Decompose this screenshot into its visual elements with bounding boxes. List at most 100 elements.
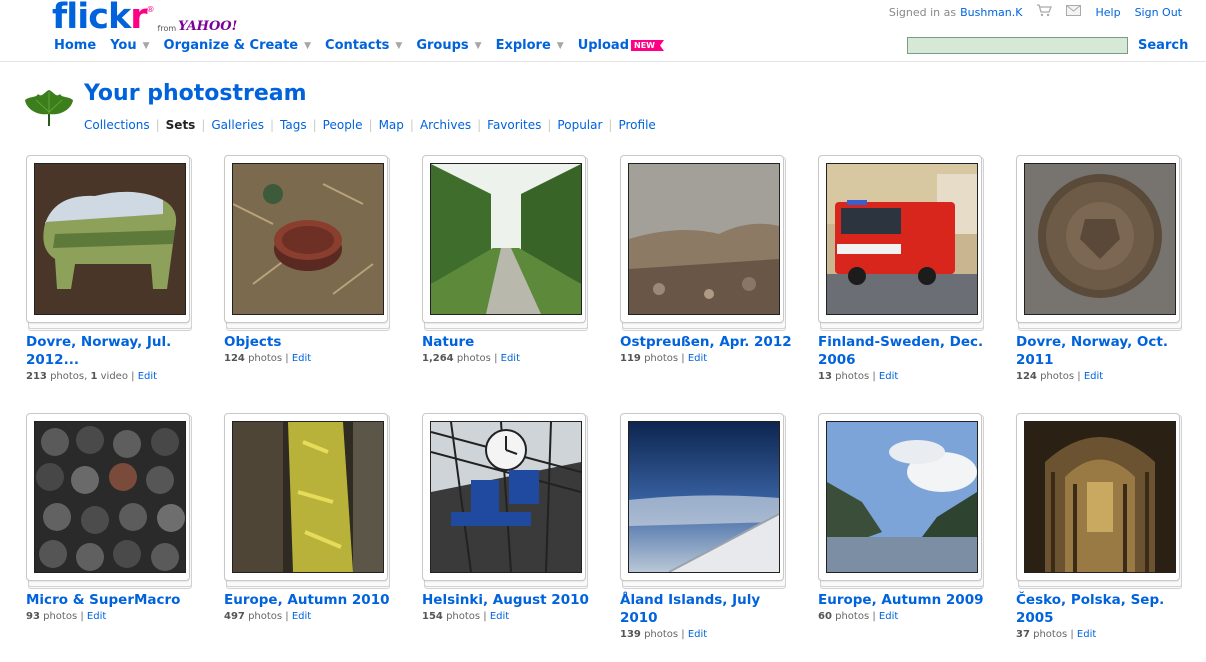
edit-link[interactable]: Edit [879, 371, 898, 382]
set-title-link[interactable]: Europe, Autumn 2010 [224, 591, 396, 609]
set-meta: 154 photos | Edit [422, 611, 510, 622]
set-title-link[interactable]: Ostpreußen, Apr. 2012 [620, 333, 792, 351]
set-thumbnail[interactable] [26, 155, 192, 331]
set-item: Dovre, Norway, Jul. 2012... 213 photos, … [26, 155, 206, 382]
chevron-down-icon[interactable]: ▼ [395, 41, 402, 51]
set-title-link[interactable]: Dovre, Norway, Jul. 2012... [26, 333, 198, 369]
set-thumbnail[interactable] [422, 155, 588, 331]
separator: | [409, 118, 414, 132]
set-item: Dovre, Norway, Oct. 2011 124 photos | Ed… [1016, 155, 1196, 382]
set-title-link[interactable]: Helsinki, August 2010 [422, 591, 594, 609]
nav-explore[interactable]: Explore ▼ [496, 38, 564, 53]
subnav-map[interactable]: Map [379, 118, 404, 132]
set-thumbnail[interactable] [224, 413, 390, 589]
edit-link[interactable]: Edit [292, 353, 311, 364]
set-title-link[interactable]: Dovre, Norway, Oct. 2011 [1016, 333, 1188, 369]
set-thumbnail[interactable] [1016, 413, 1182, 589]
subnav-profile[interactable]: Profile [618, 118, 655, 132]
search-input[interactable] [907, 37, 1128, 54]
set-meta: 93 photos | Edit [26, 611, 107, 622]
subnav-favorites[interactable]: Favorites [487, 118, 541, 132]
nav-you[interactable]: You ▼ [110, 38, 149, 53]
set-thumbnail[interactable] [26, 413, 192, 589]
set-thumbnail[interactable] [224, 155, 390, 331]
separator: | [201, 118, 206, 132]
set-title-link[interactable]: Objects [224, 333, 396, 351]
set-title-link[interactable]: Nature [422, 333, 594, 351]
set-title-link[interactable]: Åland Islands, July 2010 [620, 591, 792, 627]
chevron-down-icon[interactable]: ▼ [475, 41, 482, 51]
edit-link[interactable]: Edit [292, 611, 311, 622]
edit-link[interactable]: Edit [879, 611, 898, 622]
logo-text-r: r [130, 0, 147, 37]
chevron-down-icon[interactable]: ▼ [557, 41, 564, 51]
chevron-down-icon[interactable]: ▼ [143, 41, 150, 51]
cart-icon[interactable] [1036, 4, 1053, 20]
edit-link[interactable]: Edit [688, 353, 707, 364]
separator: | [477, 118, 482, 132]
edit-link[interactable]: Edit [501, 353, 520, 364]
subnav-galleries[interactable]: Galleries [211, 118, 264, 132]
separator: | [312, 118, 317, 132]
subnav-popular[interactable]: Popular [557, 118, 602, 132]
set-item: Ostpreußen, Apr. 2012 119 photos | Edit [620, 155, 800, 364]
new-badge: NEW [631, 40, 664, 51]
help-link[interactable]: Help [1095, 6, 1120, 19]
nav-explore-label: Explore [495, 38, 551, 53]
edit-link[interactable]: Edit [87, 611, 106, 622]
set-thumbnail[interactable] [620, 155, 786, 331]
nav-organize[interactable]: Organize & Create ▼ [164, 38, 312, 53]
set-title-link[interactable]: Finland-Sweden, Dec. 2006 [818, 333, 990, 369]
set-meta: 119 photos | Edit [620, 353, 708, 364]
set-meta: 124 photos | Edit [224, 353, 312, 364]
flickr-logo[interactable]: flick r ® from YAHOO! [52, 0, 237, 36]
set-item: Helsinki, August 2010 154 photos | Edit [422, 413, 602, 622]
chevron-down-icon[interactable]: ▼ [304, 41, 311, 51]
set-item: Finland-Sweden, Dec. 2006 13 photos | Ed… [818, 155, 998, 382]
set-thumbnail[interactable] [818, 155, 984, 331]
edit-link[interactable]: Edit [138, 371, 157, 382]
set-item: Europe, Autumn 2010 497 photos | Edit [224, 413, 404, 622]
nav-organize-label: Organize & Create [163, 38, 299, 53]
set-title-link[interactable]: Česko, Polska, Sep. 2005 [1016, 591, 1188, 627]
nav-home[interactable]: Home [54, 38, 96, 53]
separator: | [155, 118, 160, 132]
nav-contacts[interactable]: Contacts ▼ [325, 38, 402, 53]
set-item: Micro & SuperMacro 93 photos | Edit [26, 413, 206, 622]
subnav-archives[interactable]: Archives [420, 118, 471, 132]
set-meta: 1,264 photos | Edit [422, 353, 520, 364]
subnav-tags[interactable]: Tags [280, 118, 307, 132]
subnav-sets[interactable]: Sets [166, 118, 196, 132]
header-divider [0, 61, 1206, 62]
buddy-icon[interactable] [24, 86, 74, 128]
edit-link[interactable]: Edit [490, 611, 509, 622]
subnav-people[interactable]: People [323, 118, 363, 132]
set-meta: 213 photos, 1 video | Edit [26, 371, 158, 382]
set-item: Åland Islands, July 2010 139 photos | Ed… [620, 413, 800, 640]
set-title-link[interactable]: Europe, Autumn 2009 [818, 591, 990, 609]
mail-icon[interactable] [1066, 5, 1082, 19]
edit-link[interactable]: Edit [1077, 629, 1096, 640]
nav-upload-label: Upload [577, 38, 630, 53]
set-item: Nature 1,264 photos | Edit [422, 155, 602, 364]
edit-link[interactable]: Edit [1084, 371, 1103, 382]
nav-contacts-label: Contacts [325, 38, 390, 53]
set-thumbnail[interactable] [620, 413, 786, 589]
set-title-link[interactable]: Micro & SuperMacro [26, 591, 198, 609]
set-thumbnail[interactable] [422, 413, 588, 589]
nav-groups[interactable]: Groups ▼ [416, 38, 481, 53]
main-nav: Home You ▼ Organize & Create ▼ Contacts ▼ G… [54, 38, 678, 53]
search-button[interactable]: Search [1138, 38, 1188, 53]
sign-out-link[interactable]: Sign Out [1135, 6, 1182, 19]
edit-link[interactable]: Edit [688, 629, 707, 640]
username-link[interactable]: Bushman.K [960, 6, 1022, 19]
nav-groups-label: Groups [416, 38, 469, 53]
set-thumbnail[interactable] [1016, 155, 1182, 331]
photostream-subnav: Collections | Sets | Galleries | Tags | Peop… [84, 118, 656, 132]
separator: | [368, 118, 373, 132]
set-meta: 13 photos | Edit [818, 371, 899, 382]
set-meta: 60 photos | Edit [818, 611, 899, 622]
set-thumbnail[interactable] [818, 413, 984, 589]
subnav-collections[interactable]: Collections [84, 118, 150, 132]
nav-upload[interactable]: Upload NEW [578, 38, 664, 53]
